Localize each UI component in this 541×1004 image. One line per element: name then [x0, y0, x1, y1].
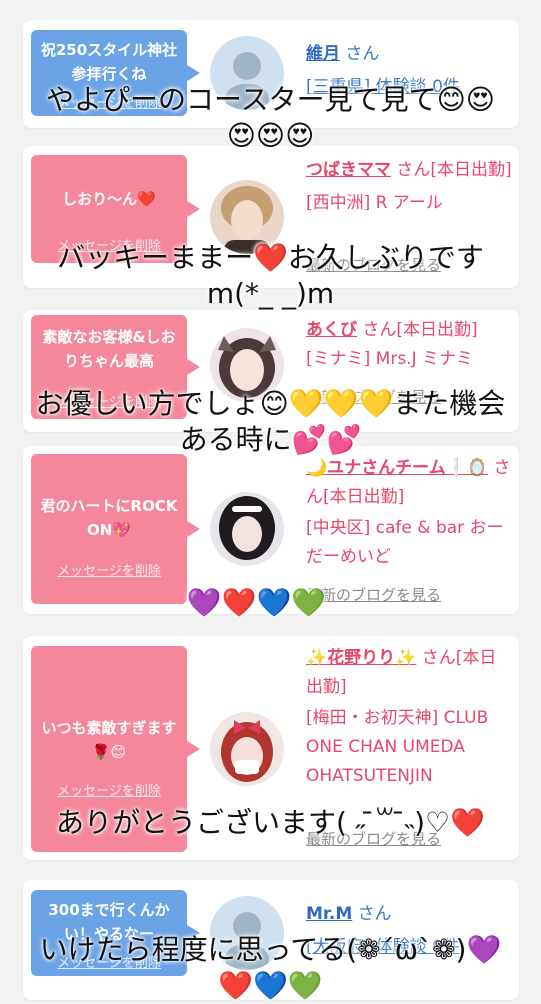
status-text: さん[本日出勤] — [396, 160, 512, 180]
avatar[interactable] — [210, 492, 284, 566]
message-text: いつも素敵すぎます🌹😊 — [41, 719, 177, 761]
user-info: あくび さん[本日出勤] [ミナミ] Mrs.J ミナミ — [306, 316, 512, 374]
message-text: 素敵なお客様&しおりちゃん最高 — [42, 328, 176, 370]
honorific: さん — [357, 904, 392, 924]
user-info: 🌙ユナさんチーム❕🪞 さん[本日出勤] [中央区] cafe & bar おーだ… — [306, 454, 512, 572]
user-info: つばきママ さん[本日出勤] [西中洲] R アール — [306, 156, 512, 218]
user-name-link[interactable]: つばきママ — [306, 160, 391, 180]
caption-line: やよぴーのコースター見て見て😊😍 — [46, 83, 495, 116]
caption-line: 😍😍😍 — [226, 119, 315, 152]
caption-line: ありがとうございます( ˶ ̄꒳ ̄˵)♡❤️ — [55, 806, 486, 839]
user-info: ✨花野りり✨ さん[本日出勤] [梅田・お初天神] CLUB ONE CHAN … — [306, 644, 512, 791]
caption-overlay: バッキーままー❤️お久しぶりです m(*_ _)m — [0, 240, 541, 312]
shop-location[interactable]: [西中洲] R アール — [306, 189, 512, 218]
message-text: しおり〜ん❤️ — [62, 190, 156, 208]
user-name-link[interactable]: ✨花野りり✨ — [306, 648, 416, 668]
avatar[interactable] — [210, 712, 284, 786]
user-name-link[interactable]: 維月 — [306, 44, 340, 64]
shop-location[interactable]: [中央区] cafe & bar おーだーめいど — [306, 514, 512, 572]
caption-overlay: お優しい方でしょ😊💛💛💛また機会 ある時に💕💕 — [0, 386, 541, 458]
caption-overlay: ありがとうございます( ˶ ̄꒳ ̄˵)♡❤️ — [0, 805, 541, 841]
caption-line: バッキーままー❤️お久しぶりです — [57, 241, 484, 274]
caption-overlay: いけたら程度に思ってる(❁´ω`❁)💜 ❤️💙💚 — [0, 932, 541, 1004]
caption-overlay: 💜❤️💙💚 — [0, 585, 527, 621]
honorific: さん — [345, 44, 380, 64]
user-name-link[interactable]: あくび — [306, 320, 357, 340]
user-name-link[interactable]: 🌙ユナさんチーム❕🪞 — [306, 458, 488, 478]
user-photo-icon — [210, 712, 284, 786]
caption-line: いけたら程度に思ってる(❁´ω`❁)💜 — [39, 933, 502, 966]
message-text: 祝250スタイル神社参拝行くね — [40, 41, 178, 83]
caption-line: ❤️💙💚 — [218, 969, 323, 1002]
caption-overlay: やよぴーのコースター見て見て😊😍 😍😍😍 — [0, 82, 541, 154]
shop-location[interactable]: [梅田・お初天神] CLUB ONE CHAN UMEDA OHATSUTENJ… — [306, 704, 512, 791]
caption-line: m(*_ _)m — [206, 277, 335, 310]
message-bubble: 君のハートにROCK ON💖 メッセージを削除 — [31, 454, 200, 604]
status-text: さん[本日出勤] — [362, 320, 478, 340]
delete-message-link[interactable]: メッセージを削除 — [31, 780, 187, 799]
shop-location[interactable]: [ミナミ] Mrs.J ミナミ — [306, 345, 512, 374]
message-text: 君のハートにROCK ON💖 — [40, 497, 178, 539]
caption-line: お優しい方でしょ😊💛💛💛また機会 — [35, 387, 506, 420]
user-name-link[interactable]: Mr.M — [306, 904, 352, 924]
caption-line: 💜❤️💙💚 — [186, 586, 327, 619]
delete-message-link[interactable]: メッセージを削除 — [31, 560, 187, 579]
user-photo-icon — [210, 492, 284, 566]
caption-line: ある時に💕💕 — [179, 423, 362, 456]
